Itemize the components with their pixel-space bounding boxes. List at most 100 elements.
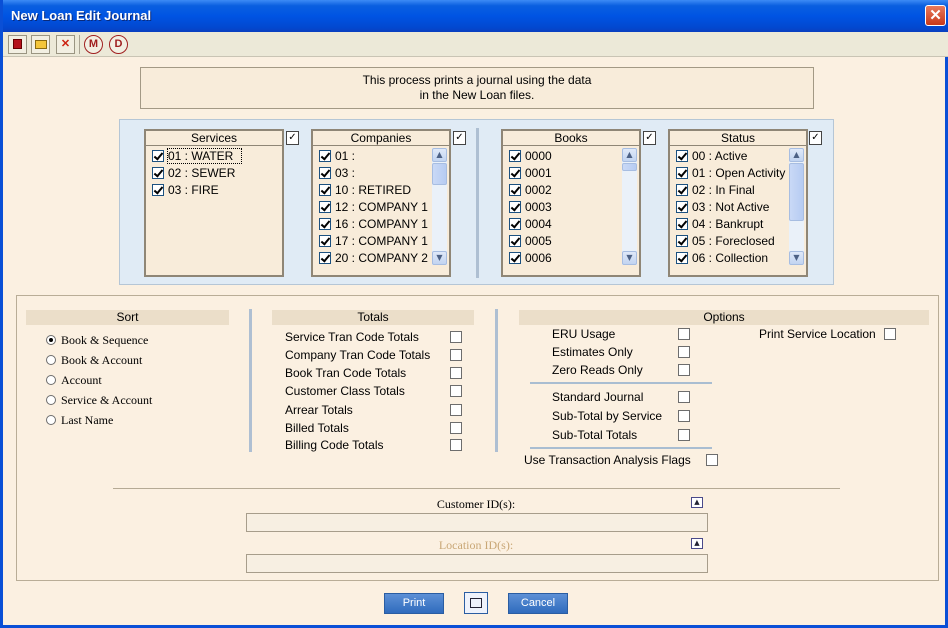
checkbox[interactable] <box>509 218 521 230</box>
list-item[interactable]: 0006 <box>509 251 552 267</box>
list-item[interactable]: 02 : In Final <box>676 183 755 199</box>
open-folder-icon[interactable] <box>31 35 50 54</box>
list-item[interactable]: 05 : Foreclosed <box>676 234 775 250</box>
list-item[interactable]: 0005 <box>509 234 552 250</box>
list-item[interactable]: 06 : Collection <box>676 251 768 267</box>
checkbox[interactable] <box>450 404 462 416</box>
cancel-button[interactable]: Cancel <box>508 593 568 614</box>
scroll-thumb[interactable] <box>622 163 637 171</box>
books-scrollbar[interactable]: ▲ ▼ <box>622 148 637 265</box>
scroll-up-icon[interactable]: ▲ <box>622 148 637 162</box>
checkbox[interactable] <box>319 201 331 213</box>
checkbox[interactable] <box>450 367 462 379</box>
checkbox[interactable] <box>319 150 331 162</box>
checkbox[interactable] <box>509 184 521 196</box>
scroll-down-icon[interactable]: ▼ <box>622 251 637 265</box>
sort-option[interactable]: Book & Sequence <box>46 333 148 348</box>
checkbox[interactable] <box>152 184 164 196</box>
checkbox[interactable] <box>706 454 718 466</box>
books-select-all-icon[interactable]: ✓ <box>643 131 656 145</box>
record-icon[interactable] <box>8 35 27 54</box>
customer-ids-field[interactable] <box>246 513 708 532</box>
checkbox[interactable] <box>509 201 521 213</box>
checkbox[interactable] <box>319 184 331 196</box>
list-item[interactable]: 10 : RETIRED <box>319 183 411 199</box>
radio-button[interactable] <box>46 415 56 425</box>
checkbox[interactable] <box>319 218 331 230</box>
status-scrollbar[interactable]: ▲ ▼ <box>789 148 804 265</box>
services-select-all-icon[interactable]: ✓ <box>286 131 299 145</box>
list-item[interactable]: 0001 <box>509 166 552 182</box>
scroll-thumb[interactable] <box>789 163 804 221</box>
list-item[interactable]: 04 : Bankrupt <box>676 217 763 233</box>
radio-button[interactable] <box>46 355 56 365</box>
companies-select-all-icon[interactable]: ✓ <box>453 131 466 145</box>
checkbox[interactable] <box>676 184 688 196</box>
scroll-up-icon[interactable]: ▲ <box>432 148 447 162</box>
checkbox[interactable] <box>676 218 688 230</box>
checkbox[interactable] <box>450 439 462 451</box>
checkbox[interactable] <box>509 167 521 179</box>
delete-x-icon[interactable]: ✕ <box>56 35 75 54</box>
list-item[interactable]: 02 : SEWER <box>152 166 235 182</box>
sort-option[interactable]: Last Name <box>46 413 113 428</box>
checkbox[interactable] <box>678 391 690 403</box>
location-ids-field[interactable] <box>246 554 708 573</box>
checkbox[interactable] <box>152 167 164 179</box>
checkbox[interactable] <box>676 201 688 213</box>
scroll-down-icon[interactable]: ▼ <box>432 251 447 265</box>
checkbox[interactable] <box>319 235 331 247</box>
checkbox[interactable] <box>884 328 896 340</box>
radio-button[interactable] <box>46 395 56 405</box>
checkbox[interactable] <box>678 328 690 340</box>
list-item[interactable]: 17 : COMPANY 1 <box>319 234 428 250</box>
checkbox[interactable] <box>509 150 521 162</box>
checkbox[interactable] <box>678 410 690 422</box>
list-item[interactable]: 01 : Open Activity <box>676 166 785 182</box>
checkbox[interactable] <box>450 331 462 343</box>
checkbox[interactable] <box>319 167 331 179</box>
status-select-all-icon[interactable]: ✓ <box>809 131 822 145</box>
list-item[interactable]: 0004 <box>509 217 552 233</box>
list-item[interactable]: 01 : <box>319 149 355 165</box>
m-circle-icon[interactable]: M <box>84 35 103 54</box>
close-button[interactable]: ✕ <box>925 5 946 26</box>
print-button[interactable]: Print <box>384 593 444 614</box>
list-item[interactable]: 0002 <box>509 183 552 199</box>
checkbox[interactable] <box>509 252 521 264</box>
checkbox[interactable] <box>450 422 462 434</box>
sort-option[interactable]: Service & Account <box>46 393 152 408</box>
list-item[interactable]: 03 : Not Active <box>676 200 769 216</box>
checkbox[interactable] <box>450 349 462 361</box>
d-circle-icon[interactable]: D <box>109 35 128 54</box>
checkbox[interactable] <box>450 385 462 397</box>
checkbox[interactable] <box>676 252 688 264</box>
checkbox[interactable] <box>152 150 164 162</box>
sort-option[interactable]: Account <box>46 373 102 388</box>
companies-scrollbar[interactable]: ▲ ▼ <box>432 148 447 265</box>
sort-option[interactable]: Book & Account <box>46 353 142 368</box>
scroll-up-icon[interactable]: ▲ <box>789 148 804 162</box>
scroll-down-icon[interactable]: ▼ <box>789 251 804 265</box>
scroll-thumb[interactable] <box>432 163 447 185</box>
list-item[interactable]: 03 : FIRE <box>152 183 219 199</box>
customer-ids-picker-icon[interactable]: ▲ <box>691 497 703 508</box>
checkbox[interactable] <box>678 429 690 441</box>
list-item[interactable]: 0003 <box>509 200 552 216</box>
list-item[interactable]: 03 : <box>319 166 355 182</box>
list-item[interactable]: 0000 <box>509 149 552 165</box>
location-ids-picker-icon[interactable]: ▲ <box>691 538 703 549</box>
list-item[interactable]: 12 : COMPANY 1 <box>319 200 428 216</box>
checkbox[interactable] <box>509 235 521 247</box>
checkbox[interactable] <box>678 346 690 358</box>
checkbox[interactable] <box>319 252 331 264</box>
print-preview-icon[interactable] <box>464 592 488 614</box>
list-item[interactable]: 01 : WATER <box>152 148 243 165</box>
checkbox[interactable] <box>676 235 688 247</box>
list-item[interactable]: 20 : COMPANY 2 <box>319 251 428 267</box>
list-item[interactable]: 16 : COMPANY 1 <box>319 217 428 233</box>
checkbox[interactable] <box>676 150 688 162</box>
checkbox[interactable] <box>676 167 688 179</box>
radio-button[interactable] <box>46 375 56 385</box>
checkbox[interactable] <box>678 364 690 376</box>
